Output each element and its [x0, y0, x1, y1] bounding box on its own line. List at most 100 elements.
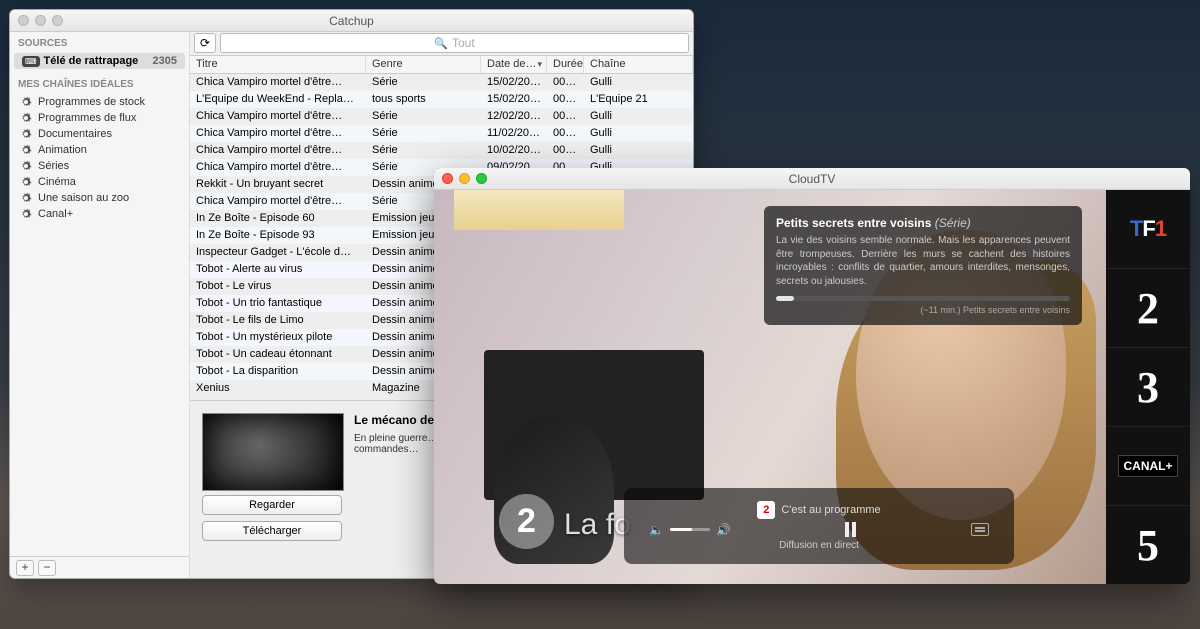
- channel-strip: TF1 2 3 CANAL+ 5: [1106, 190, 1190, 584]
- sidebar-item-canal-[interactable]: Canal+: [10, 206, 189, 222]
- sidebar-item-label: Séries: [38, 160, 69, 172]
- detail-thumbnail: [202, 413, 344, 491]
- cell-titre: Chica Vampiro mortel d'être…: [190, 195, 366, 207]
- cell-titre: Xenius: [190, 382, 366, 394]
- sidebar-item-label: Une saison au zoo: [38, 192, 129, 204]
- cell-chaine: Gulli: [584, 110, 693, 122]
- cell-date: 15/02/20…: [481, 93, 547, 105]
- pause-button[interactable]: [845, 522, 856, 537]
- cell-titre: Tobot - Un cadeau étonnant: [190, 348, 366, 360]
- cell-genre: tous sports: [366, 93, 481, 105]
- remove-button[interactable]: −: [38, 560, 56, 576]
- table-row[interactable]: L'Equipe du WeekEnd - Repla…tous sports1…: [190, 91, 693, 108]
- keyboard-icon: ⌨: [22, 56, 40, 67]
- gear-icon: [20, 128, 32, 140]
- channel-canalplus[interactable]: CANAL+: [1106, 427, 1190, 506]
- cloudtv-titlebar[interactable]: CloudTV: [434, 168, 1190, 190]
- program-info-overlay: Petits secrets entre voisins (Série) La …: [764, 206, 1082, 325]
- sidebar-item-animation[interactable]: Animation: [10, 142, 189, 158]
- gear-icon: [20, 144, 32, 156]
- cell-duree: 00:…: [547, 76, 584, 88]
- cell-genre: Série: [366, 144, 481, 156]
- cell-titre: Inspecteur Gadget - L'école d…: [190, 246, 366, 258]
- catchup-titlebar[interactable]: Catchup: [10, 10, 693, 32]
- reload-button[interactable]: ⟳: [194, 33, 216, 53]
- sidebar-item-label: Programmes de flux: [38, 112, 136, 124]
- cell-titre: Tobot - Un trio fantastique: [190, 297, 366, 309]
- video-area[interactable]: 2 La fo Petits secrets entre voisins (Sé…: [434, 190, 1106, 584]
- now-channel-logo: 2: [757, 501, 775, 519]
- channel-france5[interactable]: 5: [1106, 506, 1190, 584]
- channel-tf1[interactable]: TF1: [1106, 190, 1190, 269]
- cell-titre: Tobot - Le fils de Limo: [190, 314, 366, 326]
- table-row[interactable]: Chica Vampiro mortel d'être…Série12/02/2…: [190, 108, 693, 125]
- sidebar-item-label: Canal+: [38, 208, 73, 220]
- sidebar-item-cin-ma[interactable]: Cinéma: [10, 174, 189, 190]
- sidebar-item-programmes-de-flux[interactable]: Programmes de flux: [10, 110, 189, 126]
- cell-chaine: Gulli: [584, 144, 693, 156]
- volume-low-icon: 🔈: [649, 523, 664, 537]
- progress-bar[interactable]: [776, 296, 1070, 301]
- toolbar: ⟳ 🔍 Tout: [190, 32, 693, 56]
- sources-section-label: SOURCES: [10, 32, 189, 53]
- table-row[interactable]: Chica Vampiro mortel d'être…Série15/02/2…: [190, 74, 693, 91]
- gear-icon: [20, 112, 32, 124]
- cell-titre: Tobot - Alerte au virus: [190, 263, 366, 275]
- program-description: La vie des voisins semble normale. Mais …: [776, 234, 1070, 288]
- cell-titre: Chica Vampiro mortel d'être…: [190, 144, 366, 156]
- volume-control[interactable]: 🔈 🔊: [649, 523, 731, 537]
- cell-titre: Tobot - Un mystérieux pilote: [190, 331, 366, 343]
- now-program-label: C'est au programme: [781, 504, 880, 516]
- col-chaine[interactable]: Chaîne: [584, 56, 693, 73]
- progress-remaining: (~11 min.) Petits secrets entre voisins: [776, 305, 1070, 315]
- cell-genre: Série: [366, 110, 481, 122]
- search-input[interactable]: 🔍 Tout: [220, 33, 689, 53]
- sidebar-item-label: Documentaires: [38, 128, 112, 140]
- channel-logo-overlay: 2: [499, 494, 554, 549]
- col-date[interactable]: Date de…: [481, 56, 547, 73]
- sidebar-item-s-ries[interactable]: Séries: [10, 158, 189, 174]
- subtitles-button[interactable]: [971, 523, 989, 536]
- cell-titre: Chica Vampiro mortel d'être…: [190, 76, 366, 88]
- sidebar-item-programmes-de-stock[interactable]: Programmes de stock: [10, 94, 189, 110]
- sidebar-item-documentaires[interactable]: Documentaires: [10, 126, 189, 142]
- cell-duree: 00:…: [547, 127, 584, 139]
- gear-icon: [20, 192, 32, 204]
- cell-chaine: Gulli: [584, 76, 693, 88]
- live-label: Diffusion en direct: [779, 540, 859, 551]
- cell-date: 12/02/20…: [481, 110, 547, 122]
- table-header: Titre Genre Date de… Durée Chaîne: [190, 56, 693, 74]
- volume-slider[interactable]: [670, 528, 710, 531]
- cell-date: 11/02/20…: [481, 127, 547, 139]
- watch-button[interactable]: Regarder: [202, 495, 342, 515]
- add-button[interactable]: +: [16, 560, 34, 576]
- reload-icon: ⟳: [200, 36, 210, 50]
- ideal-section-label: MES CHAÎNES IDÉALES: [10, 69, 189, 94]
- cell-titre: In Ze Boîte - Episode 93: [190, 229, 366, 241]
- gear-icon: [20, 160, 32, 172]
- table-row[interactable]: Chica Vampiro mortel d'être…Série11/02/2…: [190, 125, 693, 142]
- channel-france2[interactable]: 2: [1106, 269, 1190, 348]
- table-row[interactable]: Chica Vampiro mortel d'être…Série10/02/2…: [190, 142, 693, 159]
- catchup-title: Catchup: [10, 14, 693, 28]
- channel-france3[interactable]: 3: [1106, 348, 1190, 427]
- volume-high-icon: 🔊: [716, 523, 731, 537]
- sidebar: SOURCES ⌨Télé de rattrapage 2305 MES CHA…: [10, 32, 190, 578]
- cell-genre: Série: [366, 127, 481, 139]
- sidebar-footer: + −: [10, 556, 189, 578]
- col-duree[interactable]: Durée: [547, 56, 584, 73]
- playback-controls: 2 C'est au programme 🔈 🔊 Diffusion en di…: [624, 488, 1014, 564]
- cloudtv-title: CloudTV: [434, 172, 1190, 186]
- download-button[interactable]: Télécharger: [202, 521, 342, 541]
- sidebar-item-une-saison-au-zoo[interactable]: Une saison au zoo: [10, 190, 189, 206]
- search-placeholder: Tout: [452, 36, 475, 50]
- cell-titre: Tobot - La disparition: [190, 365, 366, 377]
- col-genre[interactable]: Genre: [366, 56, 481, 73]
- col-titre[interactable]: Titre: [190, 56, 366, 73]
- sidebar-item-label: Cinéma: [38, 176, 76, 188]
- cell-date: 15/02/20…: [481, 76, 547, 88]
- cell-titre: L'Equipe du WeekEnd - Repla…: [190, 93, 366, 105]
- sidebar-item-source[interactable]: ⌨Télé de rattrapage 2305: [14, 53, 185, 69]
- source-name: Télé de rattrapage: [44, 55, 139, 67]
- program-title: Petits secrets entre voisins (Série): [776, 216, 1070, 230]
